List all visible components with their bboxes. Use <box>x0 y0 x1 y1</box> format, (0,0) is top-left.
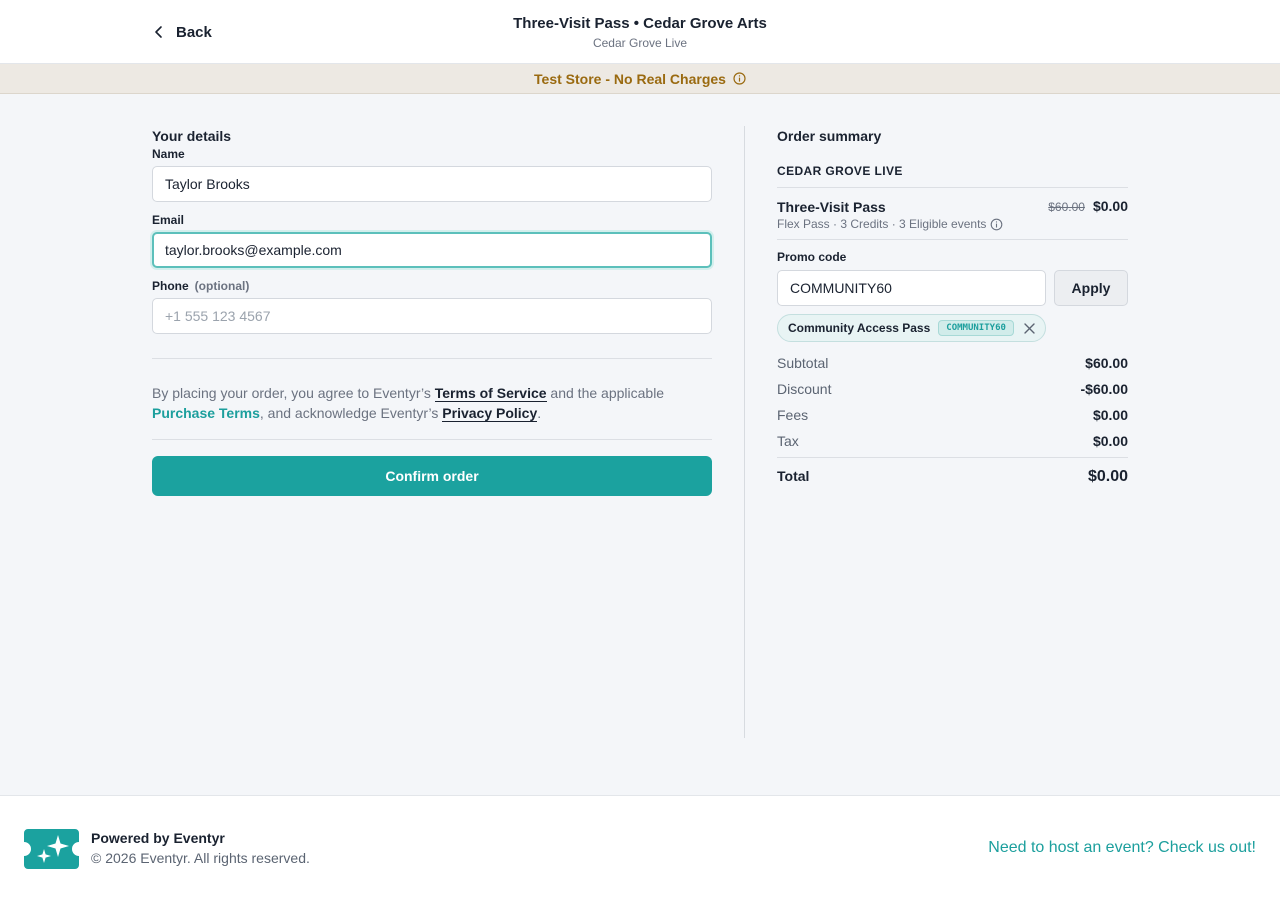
terms-text-part: , and acknowledge Eventyr’s <box>259 405 443 421</box>
fees-row: Fees $0.00 <box>777 406 1128 424</box>
info-icon[interactable] <box>733 72 746 85</box>
page-subtitle: Cedar Grove Live <box>592 36 688 50</box>
apply-promo-button[interactable]: Apply <box>1054 270 1128 306</box>
phone-optional-hint: (optional) <box>194 279 250 293</box>
applied-promo-chip: Community Access Pass COMMUNITY60 <box>777 314 1046 342</box>
purchase-terms-link[interactable]: Purchase Terms <box>152 405 260 421</box>
footer: Powered by Eventyr © 2026 Eventyr. All r… <box>0 795 1280 900</box>
banner-text: Test Store - No Real Charges <box>534 70 726 87</box>
privacy-policy-link[interactable]: Privacy Policy <box>442 405 538 422</box>
terms-of-service-link[interactable]: Terms of Service <box>434 385 547 402</box>
email-label: Email <box>152 213 185 227</box>
divider <box>152 358 712 359</box>
total-row: Total $0.00 <box>777 468 1128 486</box>
details-heading: Your details <box>152 128 232 144</box>
promo-code-label: Promo code <box>777 250 847 264</box>
fees-label: Fees <box>777 407 809 423</box>
terms-text-part: and the applicable <box>546 385 665 401</box>
item-meta: Flex Pass · 3 Credits · 3 Eligible event… <box>777 217 1003 231</box>
discount-label: Discount <box>777 381 832 397</box>
divider <box>777 457 1128 458</box>
eventyr-logo-icon <box>24 829 79 869</box>
tax-value: $0.00 <box>1092 433 1128 449</box>
email-input[interactable]: taylor.brooks@example.com <box>152 232 712 268</box>
subtotal-value: $60.00 <box>1085 355 1128 371</box>
applied-promo-name: Community Access Pass <box>788 321 931 335</box>
page-heading: Three-Visit Pass • Cedar Grove Arts Ceda… <box>0 14 1280 51</box>
top-bar: Back Three-Visit Pass • Cedar Grove Arts… <box>0 0 1280 64</box>
order-summary-heading: Order summary <box>777 128 882 144</box>
subtotal-label: Subtotal <box>777 355 829 371</box>
subtotal-row: Subtotal $60.00 <box>777 354 1128 372</box>
tax-label: Tax <box>777 433 799 449</box>
item-price: $60.00 $0.00 <box>1048 198 1128 231</box>
discount-value: -$60.00 <box>1080 381 1128 397</box>
original-price: $60.00 <box>1048 200 1085 214</box>
phone-label: Phone <box>152 279 189 293</box>
divider <box>777 239 1128 240</box>
powered-by-text: Powered by Eventyr <box>91 830 225 846</box>
line-item: Three-Visit Pass Flex Pass · 3 Credits ·… <box>777 198 1128 231</box>
item-meta-text: Flex Pass · 3 Credits · 3 Eligible event… <box>777 217 987 231</box>
phone-label-row: Phone (optional) <box>152 278 712 294</box>
organizer-name: CEDAR GROVE LIVE <box>777 164 903 178</box>
total-label: Total <box>777 468 810 484</box>
order-summary: Order summary CEDAR GROVE LIVE Three-Vis… <box>777 126 1128 486</box>
host-event-link[interactable]: Need to host an event? Check us out! <box>988 839 1256 857</box>
remove-promo-icon[interactable] <box>1024 322 1035 334</box>
promo-code-row: COMMUNITY60 Apply <box>777 270 1128 306</box>
tax-row: Tax $0.00 <box>777 432 1128 450</box>
promo-code-input[interactable]: COMMUNITY60 <box>777 270 1046 306</box>
current-price: $0.00 <box>1092 198 1128 214</box>
column-separator <box>744 126 745 738</box>
terms-text-part: . <box>537 405 542 421</box>
details-form: Your details Name Taylor Brooks Email ta… <box>152 126 712 496</box>
divider <box>777 187 1128 188</box>
phone-input[interactable]: +1 555 123 4567 <box>152 298 712 334</box>
applied-promo-code: COMMUNITY60 <box>938 320 1014 336</box>
confirm-order-button[interactable]: Confirm order <box>152 456 712 496</box>
applied-promo-row: Community Access Pass COMMUNITY60 <box>777 314 1128 342</box>
page-title: Three-Visit Pass • Cedar Grove Arts <box>513 15 767 32</box>
terms-text-part: By placing your order, you agree to Even… <box>152 385 435 401</box>
info-icon[interactable] <box>990 218 1003 231</box>
terms-text: By placing your order, you agree to Even… <box>152 383 712 423</box>
total-value: $0.00 <box>1087 468 1128 485</box>
item-name: Three-Visit Pass <box>777 199 886 215</box>
fees-value: $0.00 <box>1092 407 1128 423</box>
divider <box>152 439 712 440</box>
copyright-text: © 2026 Eventyr. All rights reserved. <box>91 850 310 866</box>
name-label: Name <box>152 147 185 161</box>
discount-row: Discount -$60.00 <box>777 380 1128 398</box>
test-store-banner: Test Store - No Real Charges <box>0 64 1280 94</box>
name-input[interactable]: Taylor Brooks <box>152 166 712 202</box>
